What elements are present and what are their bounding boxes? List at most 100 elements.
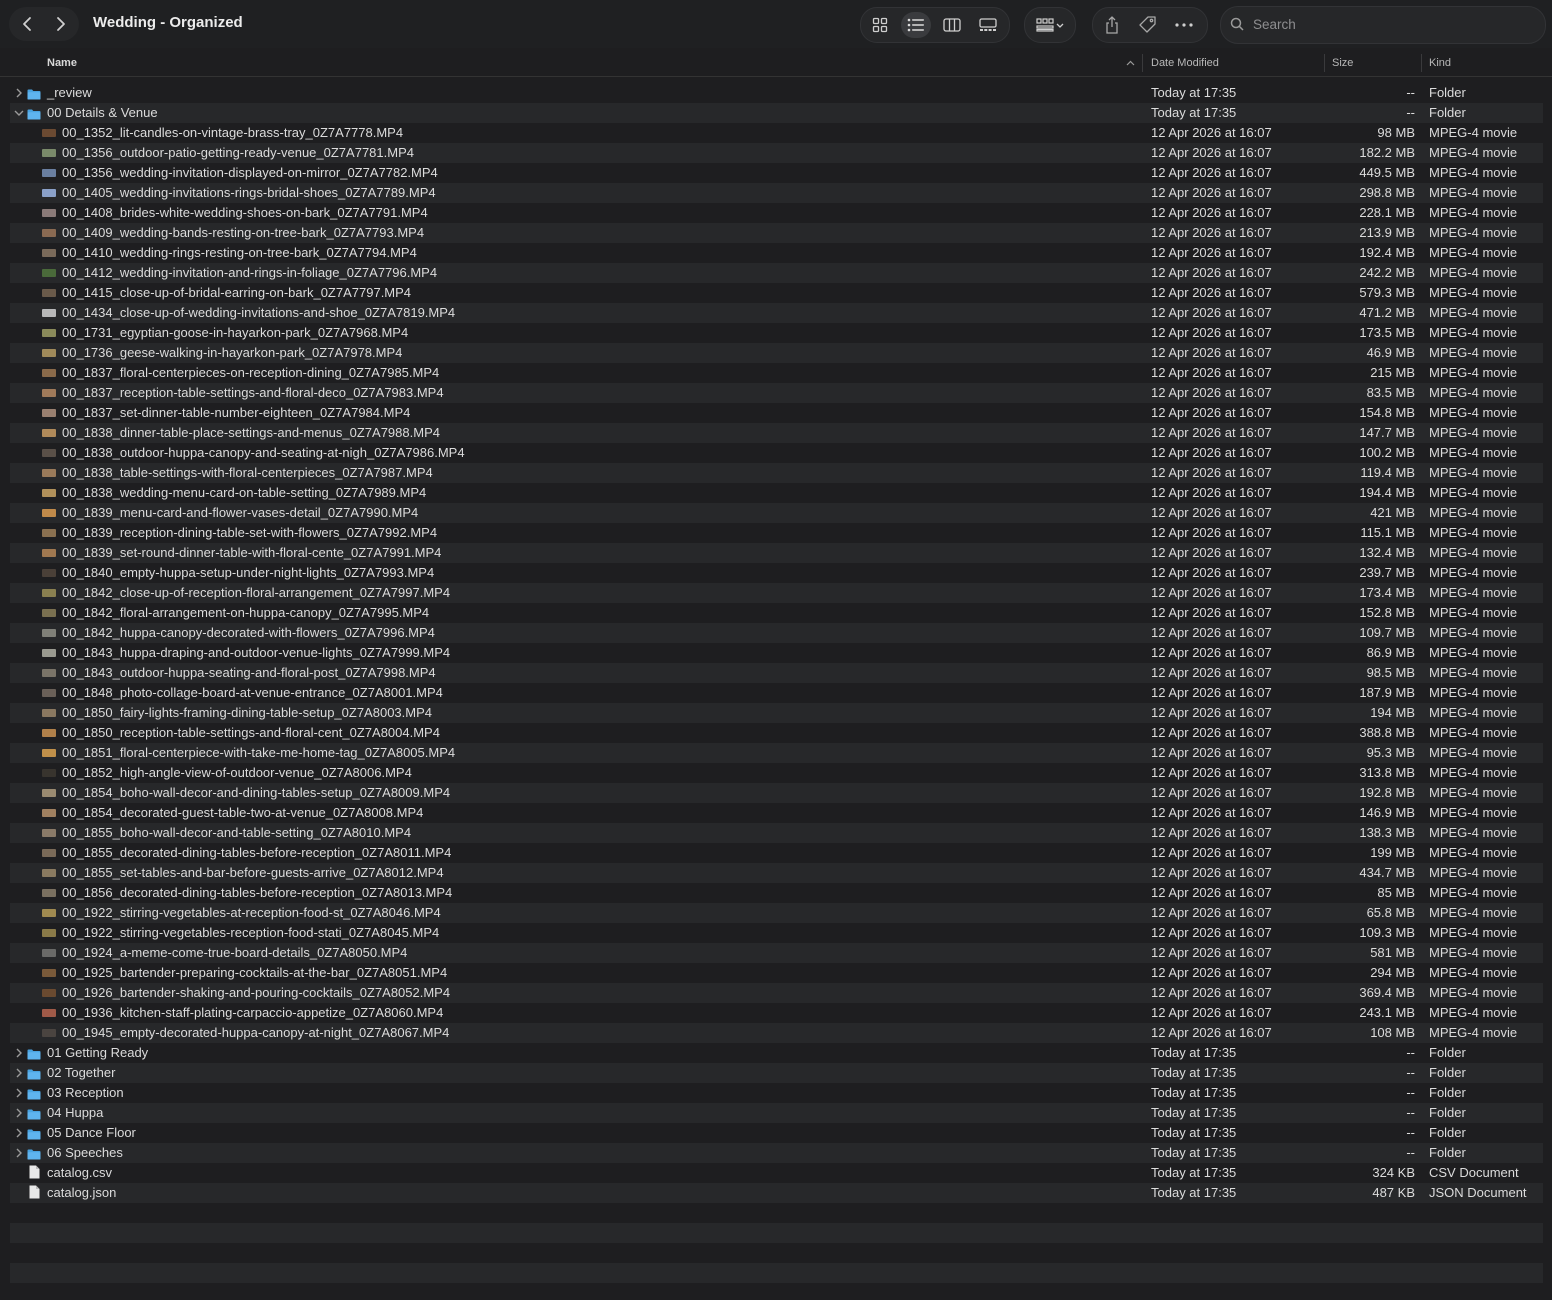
file-row[interactable]: 00_1843_outdoor-huppa-seating-and-floral…: [10, 663, 1543, 683]
group-by-button[interactable]: [1024, 7, 1076, 43]
list-view-button[interactable]: [901, 12, 931, 38]
item-kind: MPEG-4 movie: [1429, 585, 1518, 600]
file-row[interactable]: 00_1840_empty-huppa-setup-under-night-li…: [10, 563, 1543, 583]
file-row[interactable]: catalog.json Today at 17:35 487 KB JSON Doc…: [10, 1183, 1543, 1203]
file-row[interactable]: 00_1412_wedding-invitation-and-rings-in-…: [10, 263, 1543, 283]
file-row[interactable]: 00_1854_boho-wall-decor-and-dining-table…: [10, 783, 1543, 803]
chevron-right-icon[interactable]: [13, 1126, 25, 1140]
item-kind: MPEG-4 movie: [1429, 145, 1518, 160]
item-name: 00_1838_table-settings-with-floral-cente…: [62, 465, 433, 480]
file-row[interactable]: 00_1736_geese-walking-in-hayarkon-park_0…: [10, 343, 1543, 363]
chevron-down-icon[interactable]: [13, 106, 25, 120]
date-column-header[interactable]: Date Modified: [1151, 57, 1219, 69]
file-row[interactable]: 00_1854_decorated-guest-table-two-at-ven…: [10, 803, 1543, 823]
file-row[interactable]: 00_1434_close-up-of-wedding-invitations-…: [10, 303, 1543, 323]
icon-view-button[interactable]: [865, 12, 895, 38]
file-row[interactable]: 00_1926_bartender-shaking-and-pouring-co…: [10, 983, 1543, 1003]
item-name: 00_1848_photo-collage-board-at-venue-ent…: [62, 685, 443, 700]
file-row[interactable]: 00_1837_reception-table-settings-and-flo…: [10, 383, 1543, 403]
file-row[interactable]: 00_1356_outdoor-patio-getting-ready-venu…: [10, 143, 1543, 163]
file-row[interactable]: catalog.csv Today at 17:35 324 KB CSV Docum…: [10, 1163, 1543, 1183]
file-row[interactable]: 00_1410_wedding-rings-resting-on-tree-ba…: [10, 243, 1543, 263]
folder-row[interactable]: 05 Dance Floor Today at 17:35 -- Folder: [10, 1123, 1543, 1143]
file-row[interactable]: 00_1408_brides-white-wedding-shoes-on-ba…: [10, 203, 1543, 223]
item-kind: MPEG-4 movie: [1429, 765, 1518, 780]
column-separator[interactable]: [1421, 54, 1422, 72]
file-row[interactable]: 00_1855_decorated-dining-tables-before-r…: [10, 843, 1543, 863]
item-date-modified: Today at 17:35: [1151, 1045, 1237, 1060]
item-kind: MPEG-4 movie: [1429, 845, 1518, 860]
file-row[interactable]: 00_1405_wedding-invitations-rings-bridal…: [10, 183, 1543, 203]
chevron-right-icon[interactable]: [13, 1066, 25, 1080]
more-actions-button[interactable]: [1171, 13, 1197, 37]
file-row[interactable]: 00_1848_photo-collage-board-at-venue-ent…: [10, 683, 1543, 703]
file-row[interactable]: 00_1924_a-meme-come-true-board-details_0…: [10, 943, 1543, 963]
folder-row[interactable]: 06 Speeches Today at 17:35 -- Folder: [10, 1143, 1543, 1163]
file-row[interactable]: 00_1839_set-round-dinner-table-with-flor…: [10, 543, 1543, 563]
column-separator[interactable]: [1324, 54, 1325, 72]
file-row[interactable]: 00_1731_egyptian-goose-in-hayarkon-park_…: [10, 323, 1543, 343]
file-row[interactable]: 00_1851_floral-centerpiece-with-take-me-…: [10, 743, 1543, 763]
column-separator[interactable]: [1142, 54, 1143, 72]
file-row[interactable]: 00_1922_stirring-vegetables-reception-fo…: [10, 923, 1543, 943]
file-row[interactable]: 00_1850_fairy-lights-framing-dining-tabl…: [10, 703, 1543, 723]
folder-icon: [27, 1147, 41, 1160]
file-row[interactable]: 00_1839_menu-card-and-flower-vases-detai…: [10, 503, 1543, 523]
name-column-header[interactable]: Name: [47, 57, 77, 69]
file-row[interactable]: 00_1837_set-dinner-table-number-eighteen…: [10, 403, 1543, 423]
file-row[interactable]: 00_1855_set-tables-and-bar-before-guests…: [10, 863, 1543, 883]
folder-row[interactable]: 04 Huppa Today at 17:35 -- Folder: [10, 1103, 1543, 1123]
chevron-right-icon[interactable]: [13, 1046, 25, 1060]
tag-button[interactable]: [1135, 13, 1161, 37]
file-row[interactable]: 00_1409_wedding-bands-resting-on-tree-ba…: [10, 223, 1543, 243]
gallery-view-button[interactable]: [973, 12, 1003, 38]
file-row[interactable]: 00_1839_reception-dining-table-set-with-…: [10, 523, 1543, 543]
item-size: --: [1406, 1125, 1415, 1140]
file-row[interactable]: 00_1837_floral-centerpieces-on-reception…: [10, 363, 1543, 383]
file-row[interactable]: 00_1852_high-angle-view-of-outdoor-venue…: [10, 763, 1543, 783]
folder-icon: [27, 1127, 41, 1140]
file-row[interactable]: 00_1850_reception-table-settings-and-flo…: [10, 723, 1543, 743]
folder-row[interactable]: 03 Reception Today at 17:35 -- Folder: [10, 1083, 1543, 1103]
kind-column-header[interactable]: Kind: [1429, 57, 1451, 69]
file-row[interactable]: 00_1356_wedding-invitation-displayed-on-…: [10, 163, 1543, 183]
file-row[interactable]: 00_1945_empty-decorated-huppa-canopy-at-…: [10, 1023, 1543, 1043]
file-row[interactable]: 00_1842_floral-arrangement-on-huppa-cano…: [10, 603, 1543, 623]
folder-row[interactable]: 02 Together Today at 17:35 -- Folder: [10, 1063, 1543, 1083]
item-name: 00_1356_wedding-invitation-displayed-on-…: [62, 165, 438, 180]
forward-button[interactable]: [46, 9, 76, 39]
gallery-view-icon: [979, 18, 997, 31]
file-row[interactable]: 00_1855_boho-wall-decor-and-table-settin…: [10, 823, 1543, 843]
file-row[interactable]: 00_1838_table-settings-with-floral-cente…: [10, 463, 1543, 483]
file-row[interactable]: 00_1936_kitchen-staff-plating-carpaccio-…: [10, 1003, 1543, 1023]
tag-icon: [1139, 16, 1156, 33]
file-row[interactable]: 00_1415_close-up-of-bridal-earring-on-ba…: [10, 283, 1543, 303]
file-row[interactable]: 00_1838_outdoor-huppa-canopy-and-seating…: [10, 443, 1543, 463]
folder-row[interactable]: 01 Getting Ready Today at 17:35 -- Folder: [10, 1043, 1543, 1063]
file-row[interactable]: 00_1922_stirring-vegetables-at-reception…: [10, 903, 1543, 923]
folder-row[interactable]: _review Today at 17:35 -- Folder: [10, 83, 1543, 103]
file-row[interactable]: 00_1856_decorated-dining-tables-before-r…: [10, 883, 1543, 903]
chevron-right-icon[interactable]: [13, 1146, 25, 1160]
chevron-right-icon[interactable]: [13, 1086, 25, 1100]
file-row[interactable]: 00_1843_huppa-draping-and-outdoor-venue-…: [10, 643, 1543, 663]
file-row[interactable]: 00_1838_wedding-menu-card-on-table-setti…: [10, 483, 1543, 503]
chevron-right-icon[interactable]: [13, 86, 25, 100]
file-row[interactable]: 00_1925_bartender-preparing-cocktails-at…: [10, 963, 1543, 983]
item-kind: MPEG-4 movie: [1429, 705, 1518, 720]
file-row[interactable]: 00_1842_huppa-canopy-decorated-with-flow…: [10, 623, 1543, 643]
back-button[interactable]: [12, 9, 42, 39]
item-size: 369.4 MB: [1359, 985, 1415, 1000]
item-name: 00_1925_bartender-preparing-cocktails-at…: [62, 965, 448, 980]
share-button[interactable]: [1099, 13, 1125, 37]
search-field[interactable]: Search: [1220, 6, 1546, 44]
folder-row[interactable]: 00 Details & Venue Today at 17:35 -- Folder: [10, 103, 1543, 123]
file-row[interactable]: 00_1838_dinner-table-place-settings-and-…: [10, 423, 1543, 443]
file-row[interactable]: 00_1842_close-up-of-reception-floral-arr…: [10, 583, 1543, 603]
size-column-header[interactable]: Size: [1332, 57, 1353, 69]
column-view-button[interactable]: [937, 12, 967, 38]
item-kind: MPEG-4 movie: [1429, 265, 1518, 280]
chevron-right-icon[interactable]: [13, 1106, 25, 1120]
file-row[interactable]: 00_1352_lit-candles-on-vintage-brass-tra…: [10, 123, 1543, 143]
video-thumbnail-icon: [42, 549, 56, 557]
